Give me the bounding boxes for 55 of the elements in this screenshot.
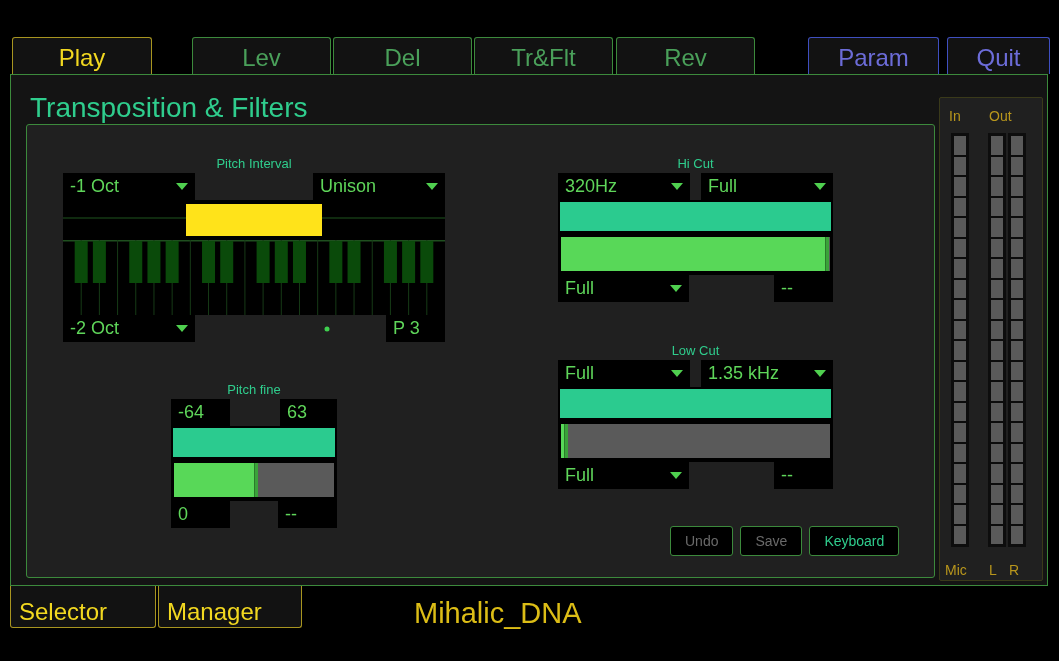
dropdown[interactable]: 320Hz bbox=[558, 173, 690, 200]
tab[interactable]: Param bbox=[808, 37, 939, 74]
range-slider[interactable] bbox=[63, 200, 445, 240]
dropdown[interactable]: 1.35 kHz bbox=[701, 360, 833, 387]
caret-icon bbox=[670, 472, 682, 479]
widget-label: Hi Cut bbox=[676, 155, 715, 173]
value-readout: 63 bbox=[280, 399, 337, 426]
value-readout: -- bbox=[774, 462, 833, 489]
meter-label: R bbox=[1009, 561, 1021, 580]
meter-label: In bbox=[949, 107, 962, 126]
value-readout: P 3 bbox=[386, 315, 445, 342]
widget-label: Pitch fine bbox=[226, 381, 282, 399]
meter-label: L bbox=[989, 561, 998, 580]
tab[interactable]: Lev bbox=[192, 37, 331, 74]
range-handle[interactable] bbox=[186, 204, 193, 236]
widget-label: Pitch Interval bbox=[215, 155, 293, 173]
dropdown[interactable]: Full bbox=[701, 173, 833, 200]
caret-icon bbox=[176, 183, 188, 190]
caret-icon bbox=[814, 183, 826, 190]
caret-icon bbox=[814, 370, 826, 377]
dropdown[interactable]: Full bbox=[558, 462, 689, 489]
dropdown[interactable]: Unison bbox=[313, 173, 445, 200]
caret-icon bbox=[671, 183, 683, 190]
meter-label: Mic bbox=[945, 561, 968, 580]
tab[interactable]: Manager bbox=[158, 586, 302, 628]
preset-name: Mihalic_DNA bbox=[414, 596, 582, 631]
meter-label: Out bbox=[989, 107, 1012, 126]
dropdown[interactable]: -1 Oct bbox=[63, 173, 195, 200]
dropdown[interactable]: -2 Oct bbox=[63, 315, 195, 342]
range-handle[interactable] bbox=[315, 204, 322, 236]
dot-icon bbox=[324, 325, 330, 332]
value-readout: -- bbox=[278, 501, 337, 528]
caret-icon bbox=[670, 285, 682, 292]
button[interactable]: Keyboard bbox=[809, 526, 900, 556]
panel-title: Transposition & Filters bbox=[29, 91, 309, 124]
tab[interactable]: Play bbox=[12, 37, 152, 74]
tab[interactable]: Quit bbox=[947, 37, 1050, 74]
slider-thumb[interactable] bbox=[254, 463, 258, 497]
caret-icon bbox=[671, 370, 683, 377]
slider-thumb[interactable] bbox=[563, 424, 568, 458]
dropdown[interactable]: Full bbox=[558, 275, 689, 302]
slider-thumb[interactable] bbox=[824, 237, 829, 271]
caret-icon bbox=[426, 183, 438, 190]
tab[interactable]: Del bbox=[333, 37, 472, 74]
widget-label: Low Cut bbox=[670, 342, 721, 360]
slider-track[interactable] bbox=[561, 424, 830, 458]
tab[interactable]: Selector bbox=[10, 586, 156, 628]
tab[interactable]: Tr&Flt bbox=[474, 37, 613, 74]
value-readout: -- bbox=[774, 275, 833, 302]
dropdown[interactable]: Full bbox=[558, 360, 690, 387]
tab[interactable]: Rev bbox=[616, 37, 755, 74]
slider-track[interactable] bbox=[174, 463, 334, 497]
value-readout: 0 bbox=[171, 501, 230, 528]
caret-icon bbox=[176, 325, 188, 332]
value-readout: -64 bbox=[171, 399, 230, 426]
